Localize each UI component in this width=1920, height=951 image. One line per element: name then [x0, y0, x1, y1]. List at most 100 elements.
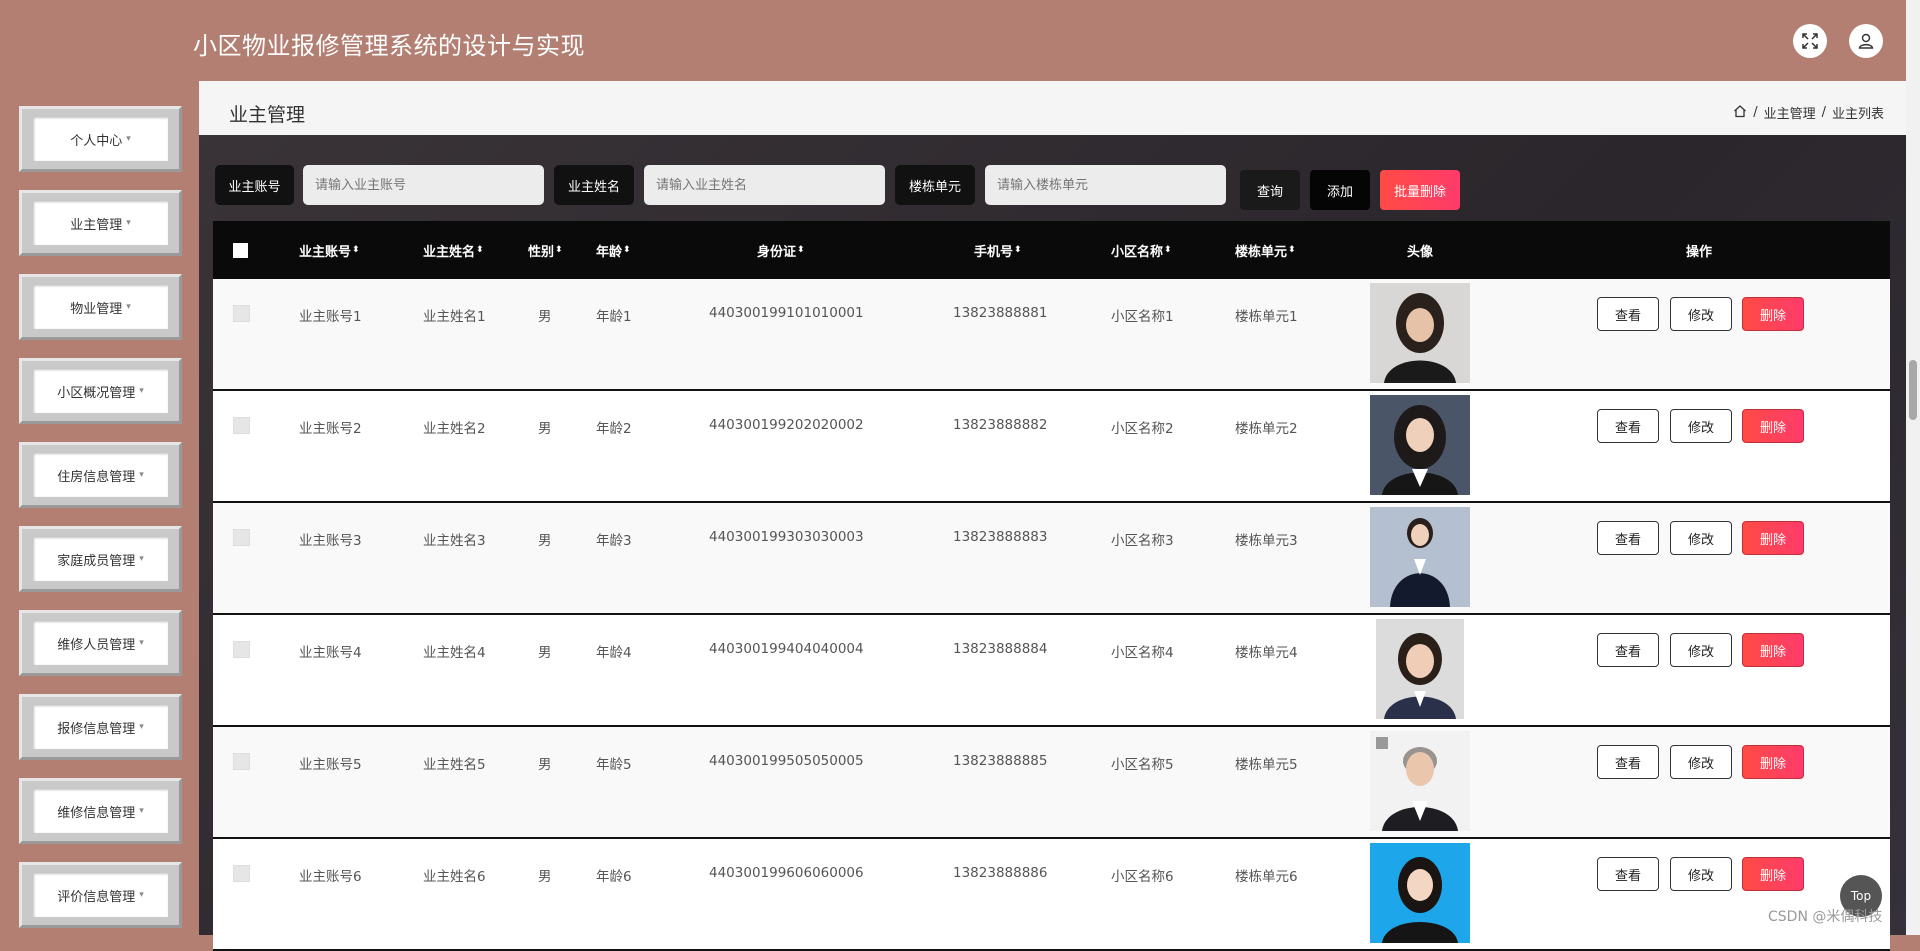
sidebar-item-housing-info[interactable]: 住房信息管理 ▾	[19, 442, 182, 508]
cell-gender: 男	[538, 421, 552, 437]
cell-unit: 楼栋单元1	[1235, 309, 1298, 325]
batch-delete-button[interactable]: 批量删除	[1380, 170, 1460, 210]
cell-phone: 13823888884	[953, 641, 1048, 657]
cell-community: 小区名称2	[1111, 421, 1174, 437]
cell-age: 年龄6	[596, 869, 632, 885]
column-header-account[interactable]: 业主账号 ⬍	[299, 221, 360, 279]
cell-age: 年龄4	[596, 645, 632, 661]
cell-unit: 楼栋单元3	[1235, 533, 1298, 549]
sidebar-item-property-management[interactable]: 物业管理 ▾	[19, 274, 182, 340]
row-checkbox[interactable]	[233, 305, 250, 322]
edit-button[interactable]: 修改	[1670, 745, 1732, 779]
edit-button[interactable]: 修改	[1670, 297, 1732, 331]
table-header: 业主账号 ⬍ 业主姓名 ⬍ 性别 ⬍ 年龄 ⬍ 身份证 ⬍ 手机号 ⬍ 小区名称 ⬍ 楼栋单元…	[213, 221, 1890, 279]
avatar	[1376, 619, 1464, 719]
sidebar-item-owner-management[interactable]: 业主管理 ▾	[19, 190, 182, 256]
column-header-id-card[interactable]: 身份证 ⬍	[757, 221, 805, 279]
row-checkbox[interactable]	[233, 641, 250, 658]
view-button[interactable]: 查看	[1597, 745, 1659, 779]
row-checkbox[interactable]	[233, 417, 250, 434]
row-checkbox[interactable]	[233, 865, 250, 882]
column-header-avatar: 头像	[1407, 244, 1434, 260]
table-row: 业主账号5 业主姓名5 男 年龄5 440300199505050005 138…	[213, 727, 1890, 839]
sidebar-item-community-overview[interactable]: 小区概况管理 ▾	[19, 358, 182, 424]
delete-button[interactable]: 删除	[1742, 745, 1804, 779]
edit-button[interactable]: 修改	[1670, 521, 1732, 555]
query-button[interactable]: 查询	[1240, 170, 1300, 210]
chevron-down-icon: ▾	[139, 722, 144, 732]
view-button[interactable]: 查看	[1597, 521, 1659, 555]
edit-button[interactable]: 修改	[1670, 409, 1732, 443]
cell-community: 小区名称3	[1111, 533, 1174, 549]
breadcrumb-owner-management[interactable]: 业主管理	[1764, 103, 1816, 122]
cell-id-card: 440300199101010001	[709, 305, 864, 321]
sort-icon: ⬍	[623, 245, 631, 255]
page-scrollbar[interactable]	[1906, 0, 1920, 935]
select-all-checkbox[interactable]	[233, 221, 248, 279]
delete-button[interactable]: 删除	[1742, 857, 1804, 891]
sidebar-item-reviews[interactable]: 评价信息管理 ▾	[19, 862, 182, 928]
row-checkbox[interactable]	[233, 529, 250, 546]
cell-gender: 男	[538, 869, 552, 885]
table-row: 业主账号4 业主姓名4 男 年龄4 440300199404040004 138…	[213, 615, 1890, 727]
building-unit-input[interactable]	[985, 165, 1226, 205]
avatar	[1370, 731, 1470, 831]
edit-button[interactable]: 修改	[1670, 857, 1732, 891]
sidebar-item-repair-requests[interactable]: 报修信息管理 ▾	[19, 694, 182, 760]
sidebar-item-repair-staff[interactable]: 维修人员管理 ▾	[19, 610, 182, 676]
column-header-phone[interactable]: 手机号 ⬍	[974, 221, 1022, 279]
delete-button[interactable]: 删除	[1742, 521, 1804, 555]
table-row: 业主账号3 业主姓名3 男 年龄3 440300199303030003 138…	[213, 503, 1890, 615]
page-header: 业主管理 / 业主管理 / 业主列表	[199, 81, 1906, 135]
owner-account-input[interactable]	[303, 165, 544, 205]
column-header-age[interactable]: 年龄 ⬍	[596, 221, 631, 279]
view-button[interactable]: 查看	[1597, 857, 1659, 891]
owner-name-input[interactable]	[644, 165, 885, 205]
sidebar-item-label: 个人中心	[70, 133, 123, 149]
cell-phone: 13823888886	[953, 865, 1048, 881]
sidebar-item-label: 业主管理	[70, 217, 123, 233]
sort-icon: ⬍	[555, 245, 563, 255]
column-header-gender[interactable]: 性别 ⬍	[528, 221, 563, 279]
owner-account-label: 业主账号	[215, 165, 294, 205]
sidebar: 个人中心 ▾ 业主管理 ▾ 物业管理 ▾ 小区概况管理 ▾ 住房信息管理 ▾ 家庭成员管理…	[0, 81, 199, 935]
fullscreen-icon[interactable]	[1793, 24, 1827, 58]
cell-phone: 13823888885	[953, 753, 1048, 769]
breadcrumb: / 业主管理 / 业主列表	[1733, 103, 1884, 122]
cell-gender: 男	[538, 645, 552, 661]
column-header-unit[interactable]: 楼栋单元 ⬍	[1235, 221, 1296, 279]
chevron-down-icon: ▾	[126, 134, 131, 144]
home-icon[interactable]	[1733, 104, 1747, 122]
edit-button[interactable]: 修改	[1670, 633, 1732, 667]
user-icon[interactable]	[1849, 24, 1883, 58]
column-header-name[interactable]: 业主姓名 ⬍	[423, 221, 484, 279]
cell-account: 业主账号5	[299, 757, 362, 773]
chevron-down-icon: ▾	[139, 470, 144, 480]
app-title: 小区物业报修管理系统的设计与实现	[193, 32, 585, 60]
avatar	[1370, 283, 1470, 383]
cell-community: 小区名称1	[1111, 309, 1174, 325]
search-bar: 业主账号 业主姓名 楼栋单元 查询 添加 批量删除	[215, 165, 1905, 210]
delete-button[interactable]: 删除	[1742, 633, 1804, 667]
column-header-community[interactable]: 小区名称 ⬍	[1111, 221, 1172, 279]
sidebar-item-label: 住房信息管理	[57, 469, 136, 485]
breadcrumb-separator: /	[1753, 105, 1758, 120]
sidebar-item-repair-info[interactable]: 维修信息管理 ▾	[19, 778, 182, 844]
delete-button[interactable]: 删除	[1742, 297, 1804, 331]
cell-gender: 男	[538, 757, 552, 773]
sidebar-item-personal-center[interactable]: 个人中心 ▾	[19, 106, 182, 172]
delete-button[interactable]: 删除	[1742, 409, 1804, 443]
view-button[interactable]: 查看	[1597, 409, 1659, 443]
cell-name: 业主姓名6	[423, 869, 486, 885]
view-button[interactable]: 查看	[1597, 297, 1659, 331]
sidebar-item-family-members[interactable]: 家庭成员管理 ▾	[19, 526, 182, 592]
cell-id-card: 440300199303030003	[709, 529, 864, 545]
add-button[interactable]: 添加	[1310, 170, 1370, 210]
cell-id-card: 440300199606060006	[709, 865, 864, 881]
sidebar-item-label: 评价信息管理	[57, 889, 136, 905]
chevron-down-icon: ▾	[139, 638, 144, 648]
scrollbar-thumb[interactable]	[1909, 360, 1917, 420]
view-button[interactable]: 查看	[1597, 633, 1659, 667]
row-checkbox[interactable]	[233, 753, 250, 770]
table-row: 业主账号2 业主姓名2 男 年龄2 440300199202020002 138…	[213, 391, 1890, 503]
